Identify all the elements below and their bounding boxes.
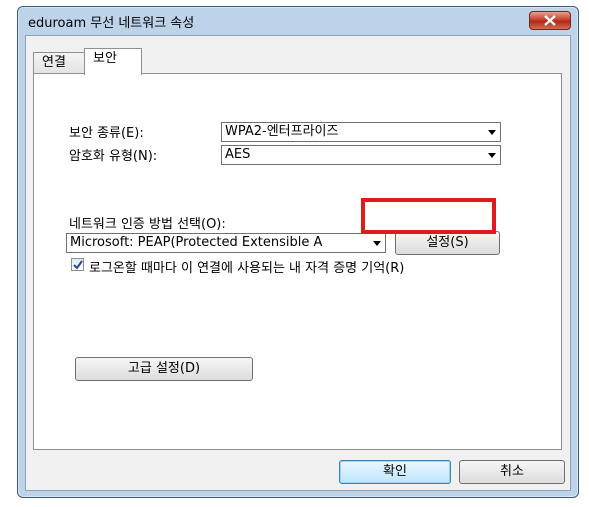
ok-button[interactable]: 확인 <box>339 460 451 484</box>
dialog-client-area: 연결 보안 보안 종류(E): WPA2-엔터프라이즈 암호화 유형(N): A… <box>25 35 571 491</box>
tab-connection[interactable]: 연결 <box>33 52 86 74</box>
remember-credentials-checkbox[interactable] <box>71 258 84 271</box>
checkmark-icon <box>73 260 83 270</box>
encryption-type-select[interactable]: AES <box>221 145 501 165</box>
close-icon <box>544 15 556 26</box>
settings-button[interactable]: 설정(S) <box>395 231 500 255</box>
chevron-down-icon <box>488 130 496 135</box>
tab-security[interactable]: 보안 <box>84 48 142 75</box>
chevron-down-icon <box>488 153 496 158</box>
window-title: eduroam 무선 네트워크 속성 <box>28 16 195 31</box>
close-button[interactable] <box>529 11 571 30</box>
security-type-select[interactable]: WPA2-엔터프라이즈 <box>221 122 501 142</box>
encryption-type-value: AES <box>225 147 251 162</box>
encryption-type-label: 암호화 유형(N): <box>69 149 158 164</box>
properties-window: eduroam 무선 네트워크 속성 연결 보안 보안 종류(E): WPA2-… <box>17 6 579 498</box>
remember-credentials-label: 로그온할 때마다 이 연결에 사용되는 내 자격 증명 기억(R) <box>89 261 405 276</box>
security-tab-panel: 보안 종류(E): WPA2-엔터프라이즈 암호화 유형(N): AES 네트워… <box>33 73 562 450</box>
advanced-settings-button[interactable]: 고급 설정(D) <box>75 357 253 381</box>
auth-method-select[interactable]: Microsoft: PEAP(Protected Extensible A <box>66 233 386 253</box>
auth-method-value: Microsoft: PEAP(Protected Extensible A <box>70 235 323 250</box>
auth-method-label: 네트워크 인증 방법 선택(O): <box>69 217 226 232</box>
cancel-button[interactable]: 취소 <box>459 460 565 484</box>
chevron-down-icon <box>373 241 381 246</box>
security-type-value: WPA2-엔터프라이즈 <box>225 124 339 139</box>
title-bar[interactable]: eduroam 무선 네트워크 속성 <box>18 7 578 35</box>
security-type-label: 보안 종류(E): <box>69 126 144 141</box>
